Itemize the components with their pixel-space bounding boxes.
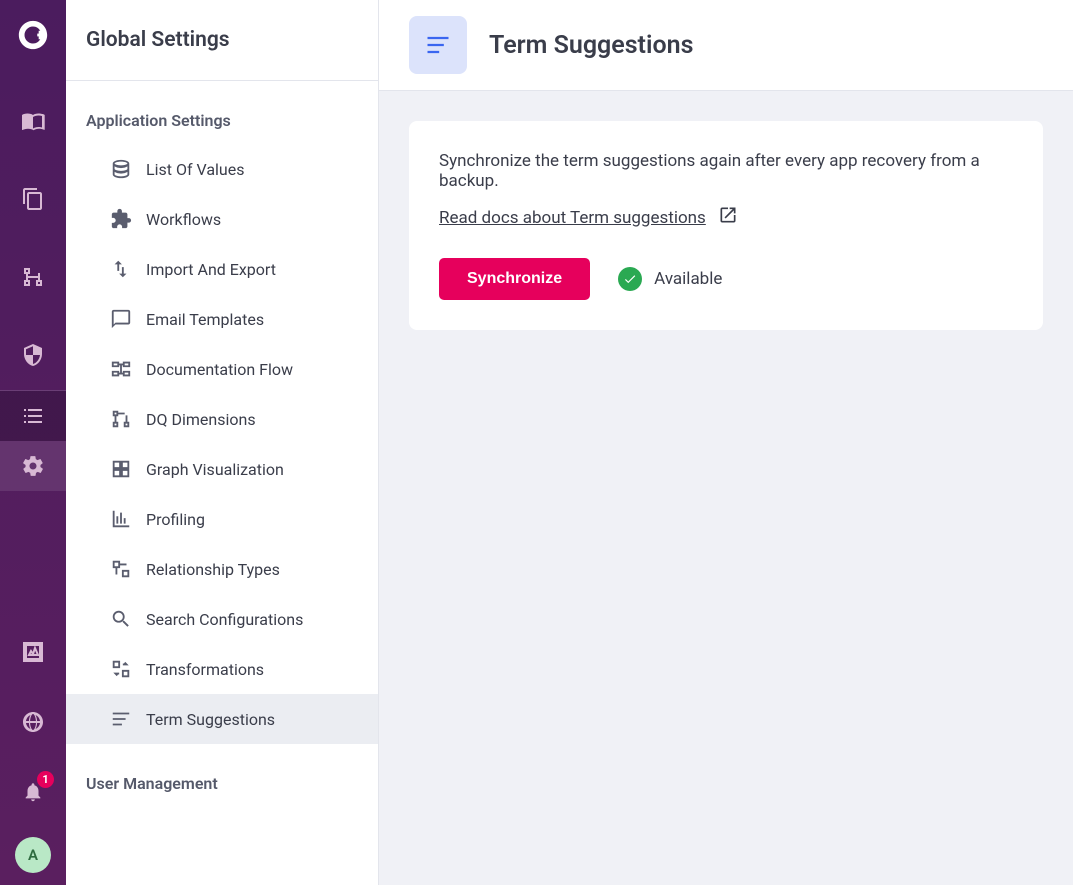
sidebar-item-label: Graph Visualization <box>146 460 284 479</box>
nav-settings-icon[interactable] <box>0 441 66 491</box>
sidebar-item-label: Term Suggestions <box>146 710 275 729</box>
app-logo[interactable] <box>16 18 50 56</box>
sidebar-item-documentation-flow[interactable]: Documentation Flow <box>66 344 378 394</box>
sidebar-item-label: List Of Values <box>146 160 245 179</box>
sidebar-item-email-templates[interactable]: Email Templates <box>66 294 378 344</box>
sidebar-title: Global Settings <box>66 0 378 81</box>
sidebar-item-label: Workflows <box>146 210 221 229</box>
sidebar-item-label: DQ Dimensions <box>146 410 256 429</box>
docs-link-text: Read docs about Term suggestions <box>439 208 706 228</box>
text-lines-icon <box>110 708 132 730</box>
sync-card: Synchronize the term suggestions again a… <box>409 121 1043 330</box>
check-circle-icon <box>618 267 642 291</box>
avatar[interactable]: A <box>15 837 51 873</box>
settings-sidebar: Global Settings Application Settings Lis… <box>66 0 379 885</box>
nav-nodes-icon[interactable] <box>0 252 66 302</box>
search-icon <box>110 608 132 630</box>
nav-monitor-icon[interactable] <box>0 627 66 677</box>
docs-link[interactable]: Read docs about Term suggestions <box>439 205 738 230</box>
sidebar-item-list-of-values[interactable]: List Of Values <box>66 144 378 194</box>
status-label: Available <box>654 269 722 289</box>
nav-clipboard-icon[interactable] <box>0 174 66 224</box>
flow-icon <box>110 358 132 380</box>
sidebar-item-graph-visualization[interactable]: Graph Visualization <box>66 444 378 494</box>
grid-icon <box>110 458 132 480</box>
message-icon <box>110 308 132 330</box>
page-icon <box>409 16 467 74</box>
sidebar-item-relationship-types[interactable]: Relationship Types <box>66 544 378 594</box>
nav-list-icon[interactable] <box>0 391 66 441</box>
puzzle-icon <box>110 208 132 230</box>
status-available: Available <box>618 267 722 291</box>
nav-shield-icon[interactable] <box>0 330 66 380</box>
sidebar-item-label: Profiling <box>146 510 205 529</box>
sidebar-item-label: Relationship Types <box>146 560 280 579</box>
sidebar-item-profiling[interactable]: Profiling <box>66 494 378 544</box>
sidebar-item-label: Search Configurations <box>146 610 303 629</box>
page-title: Term Suggestions <box>489 31 693 60</box>
transform-icon <box>110 658 132 680</box>
database-icon <box>110 158 132 180</box>
sidebar-item-label: Import And Export <box>146 260 276 279</box>
dimensions-icon <box>110 408 132 430</box>
section-user-management: User Management <box>66 774 378 807</box>
chart-icon <box>110 508 132 530</box>
sidebar-item-label: Transformations <box>146 660 264 679</box>
relationship-icon <box>110 558 132 580</box>
sidebar-item-dq-dimensions[interactable]: DQ Dimensions <box>66 394 378 444</box>
icon-rail: 1 A <box>0 0 66 885</box>
sidebar-item-search-configurations[interactable]: Search Configurations <box>66 594 378 644</box>
nav-globe-icon[interactable] <box>0 697 66 747</box>
import-export-icon <box>110 258 132 280</box>
main-header: Term Suggestions <box>379 0 1073 91</box>
notification-badge: 1 <box>37 771 54 788</box>
main-content: Term Suggestions Synchronize the term su… <box>379 0 1073 885</box>
synchronize-button[interactable]: Synchronize <box>439 258 590 300</box>
nav-catalog-icon[interactable] <box>0 96 66 146</box>
sidebar-item-label: Email Templates <box>146 310 264 329</box>
sidebar-item-term-suggestions[interactable]: Term Suggestions <box>66 694 378 744</box>
external-link-icon <box>718 205 738 230</box>
sidebar-item-workflows[interactable]: Workflows <box>66 194 378 244</box>
section-application-settings: Application Settings <box>66 111 378 144</box>
sidebar-item-transformations[interactable]: Transformations <box>66 644 378 694</box>
sync-description: Synchronize the term suggestions again a… <box>439 151 1013 191</box>
nav-notifications-icon[interactable]: 1 <box>0 767 66 817</box>
sidebar-item-label: Documentation Flow <box>146 360 293 379</box>
sidebar-item-import-export[interactable]: Import And Export <box>66 244 378 294</box>
